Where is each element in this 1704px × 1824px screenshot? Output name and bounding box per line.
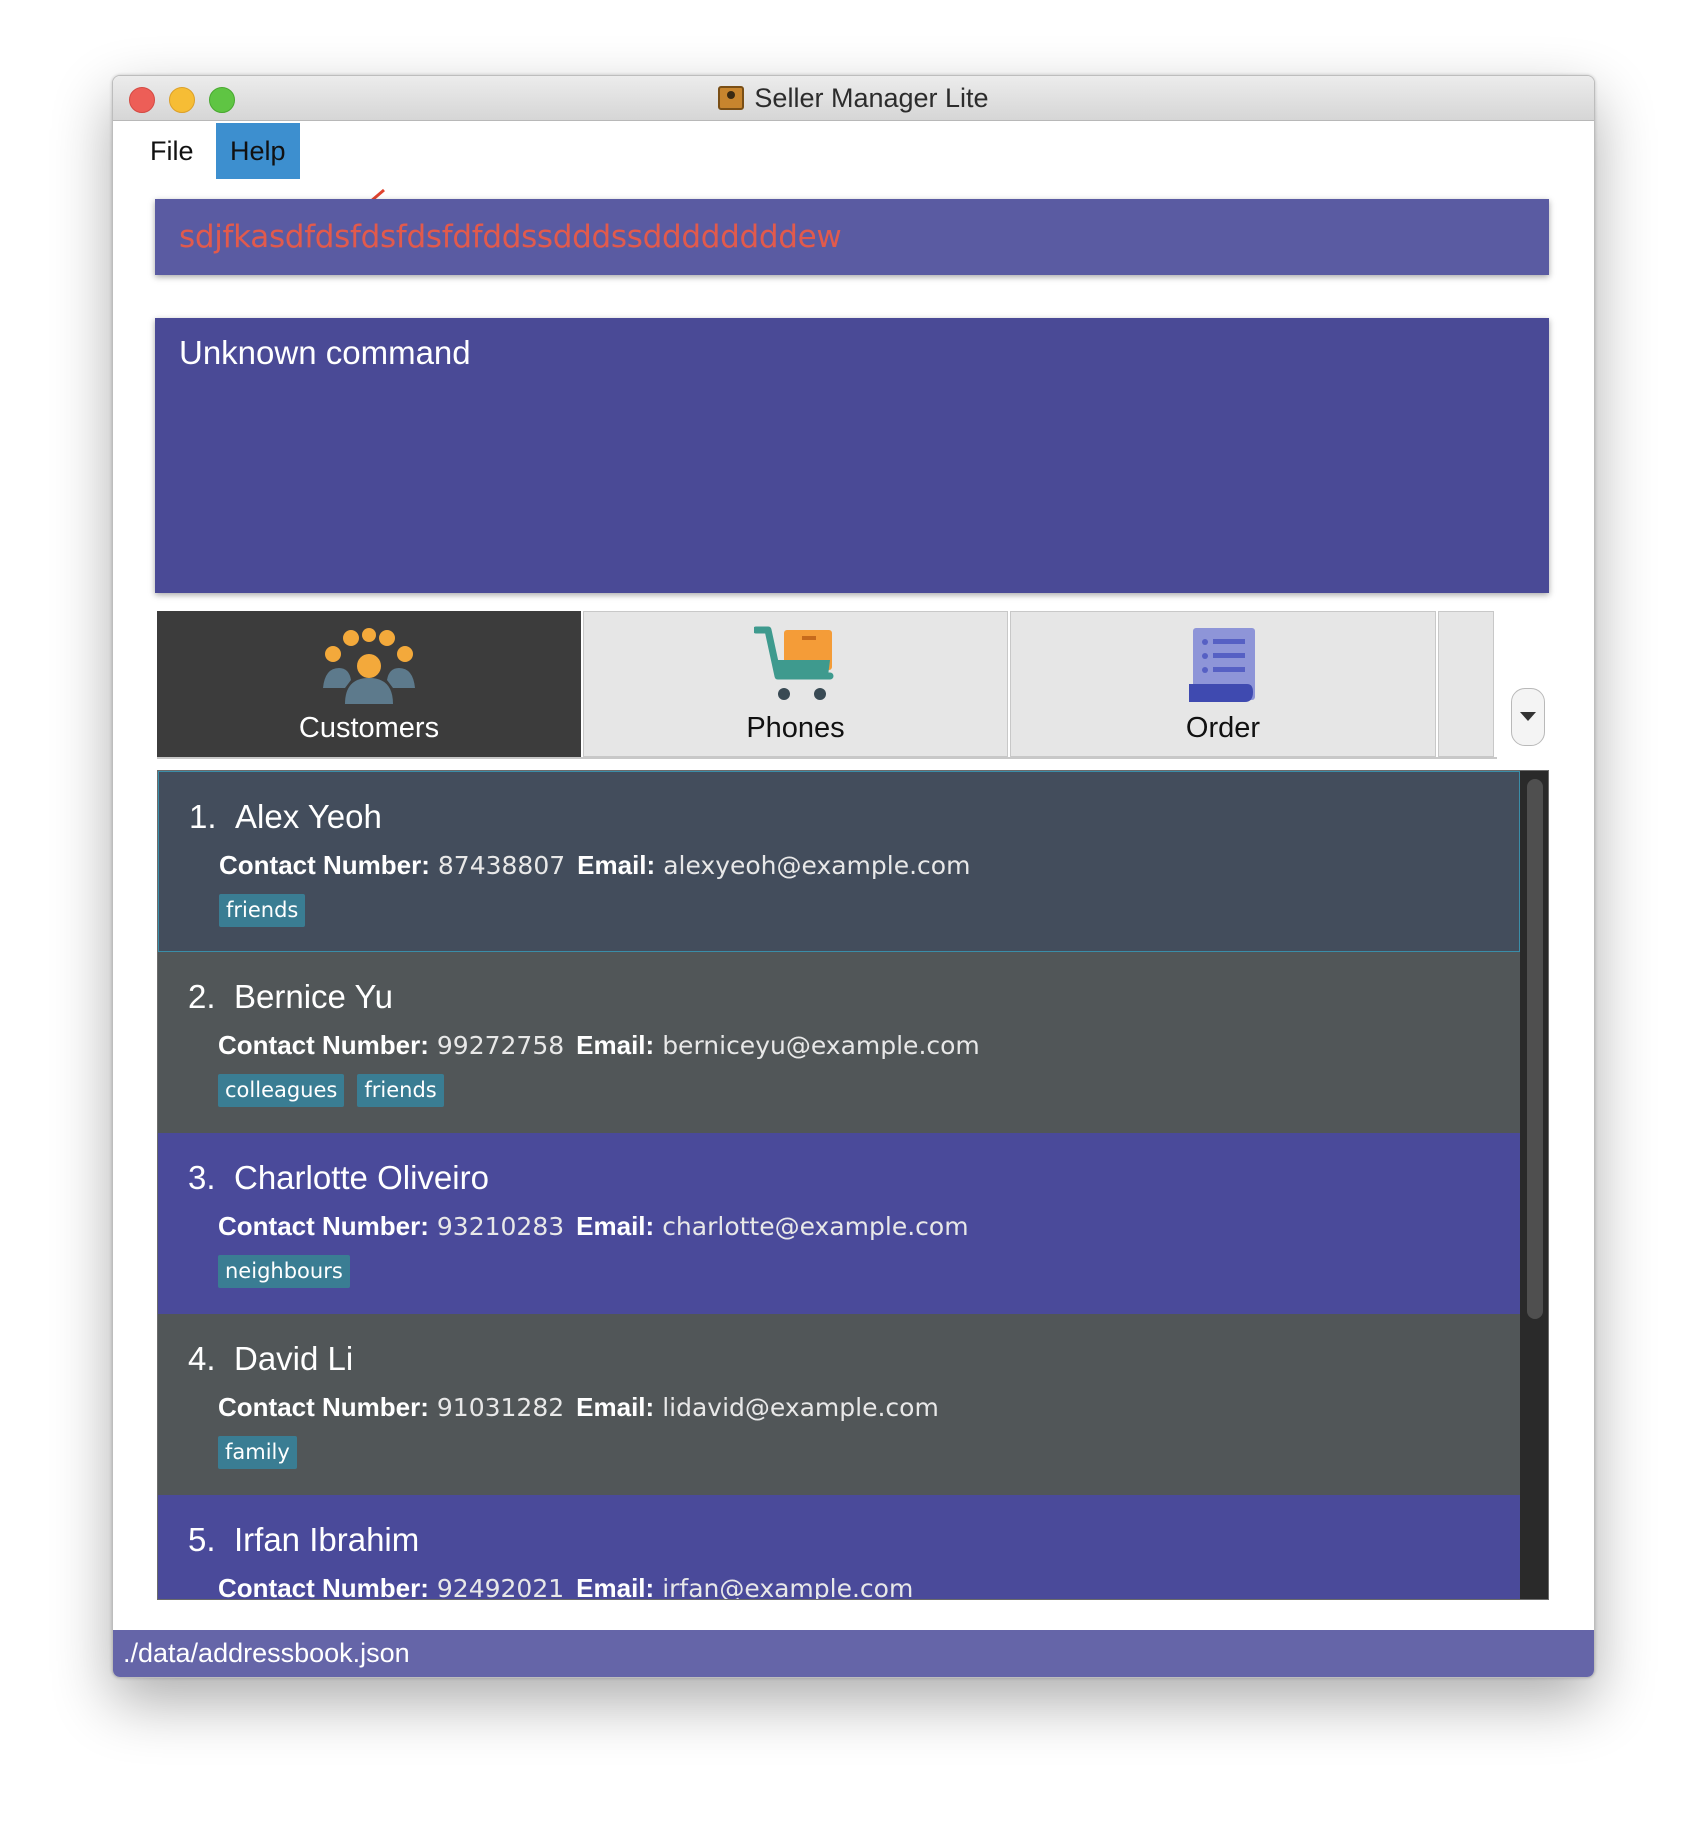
customer-index: 1. bbox=[189, 798, 217, 835]
customer-contact-row: Contact Number: 93210283 Email: charlotte@e… bbox=[218, 1211, 981, 1242]
tag-list: friends bbox=[219, 894, 306, 927]
tag-badge: family bbox=[218, 1436, 297, 1469]
customer-list[interactable]: 1. Alex Yeoh Contact Number: 87438807 Email… bbox=[157, 770, 1549, 1600]
tab-order-label: Order bbox=[1185, 712, 1261, 744]
customer-index: 2. bbox=[188, 978, 216, 1015]
tab-bar: Customers Phones Order bbox=[157, 611, 1497, 759]
contact-number: 87438807 bbox=[437, 851, 566, 880]
email-label: Email: bbox=[576, 1030, 655, 1060]
contact-number: 91031282 bbox=[436, 1393, 565, 1422]
menu-help[interactable]: Help bbox=[216, 123, 300, 179]
customer-contact-row: Contact Number: 87438807 Email: alexyeoh@ex… bbox=[219, 850, 982, 881]
email-label: Email: bbox=[576, 1392, 655, 1422]
command-input-text: sdjfkasdfdsfdsfdsfdfddssdddssddddddddew bbox=[179, 219, 842, 255]
customers-icon bbox=[321, 626, 417, 706]
shopping-cart-icon bbox=[753, 626, 838, 706]
contact-number: 92492021 bbox=[436, 1574, 565, 1600]
status-bar: ./data/addressbook.json bbox=[113, 1630, 1594, 1677]
menu-bar: File Help bbox=[113, 121, 1594, 181]
customer-card[interactable]: 5. Irfan Ibrahim Contact Number: 92492021 E… bbox=[158, 1495, 1520, 1600]
contact-number-label: Contact Number: bbox=[219, 850, 430, 880]
customer-card[interactable]: 3. Charlotte Oliveiro Contact Number: 9321… bbox=[158, 1133, 1520, 1314]
contact-number-label: Contact Number: bbox=[218, 1030, 429, 1060]
title-bar[interactable]: Seller Manager Lite bbox=[113, 76, 1594, 121]
customer-name: Irfan Ibrahim bbox=[234, 1521, 420, 1558]
order-list-icon bbox=[1187, 626, 1259, 706]
contact-number-label: Contact Number: bbox=[218, 1211, 429, 1241]
customer-name: Bernice Yu bbox=[234, 978, 394, 1015]
customer-contact-row: Contact Number: 99272758 Email: berniceyu@e… bbox=[218, 1030, 992, 1061]
command-input[interactable]: sdjfkasdfdsfdsfdsfdfddssdddssddddddddew bbox=[155, 199, 1549, 275]
customer-contact-row: Contact Number: 92492021 Email: irfan@examp… bbox=[218, 1573, 925, 1600]
tag-list: neighbours bbox=[218, 1255, 350, 1288]
email-value: lidavid@example.com bbox=[662, 1393, 939, 1422]
customer-card[interactable]: 4. David Li Contact Number: 91031282 Email:… bbox=[158, 1314, 1520, 1495]
tab-customers-label: Customers bbox=[298, 712, 440, 744]
customer-name-row: 5. Irfan Ibrahim bbox=[188, 1521, 419, 1559]
contact-number: 99272758 bbox=[436, 1031, 565, 1060]
email-value: charlotte@example.com bbox=[662, 1212, 969, 1241]
save-file-path: ./data/addressbook.json bbox=[123, 1638, 410, 1668]
result-display: Unknown command bbox=[155, 318, 1549, 593]
tag-badge: colleagues bbox=[218, 1074, 345, 1107]
customer-index: 4. bbox=[188, 1340, 216, 1377]
email-value: alexyeoh@example.com bbox=[663, 851, 971, 880]
email-label: Email: bbox=[576, 1211, 655, 1241]
contact-number: 93210283 bbox=[436, 1212, 565, 1241]
chevron-down-icon bbox=[1520, 712, 1536, 721]
customer-name: Charlotte Oliveiro bbox=[234, 1159, 489, 1196]
tag-badge: neighbours bbox=[218, 1255, 350, 1288]
tab-phones-label: Phones bbox=[746, 712, 845, 744]
email-value: irfan@example.com bbox=[662, 1574, 914, 1600]
list-scrollbar-thumb[interactable] bbox=[1527, 779, 1543, 1319]
email-label: Email: bbox=[577, 850, 656, 880]
customer-name: David Li bbox=[234, 1340, 354, 1377]
window-title: Seller Manager Lite bbox=[754, 82, 989, 113]
menu-file[interactable]: File bbox=[136, 123, 208, 179]
tab-phones[interactable]: Phones bbox=[583, 611, 1008, 757]
tag-list: colleagues friends bbox=[218, 1074, 444, 1107]
tab-overflow[interactable] bbox=[1438, 611, 1494, 757]
customer-card[interactable]: 1. Alex Yeoh Contact Number: 87438807 Email… bbox=[158, 771, 1520, 952]
contact-number-label: Contact Number: bbox=[218, 1392, 429, 1422]
customer-name-row: 1. Alex Yeoh bbox=[189, 798, 382, 836]
tag-list: family bbox=[218, 1436, 297, 1469]
customer-name-row: 3. Charlotte Oliveiro bbox=[188, 1159, 489, 1197]
email-label: Email: bbox=[576, 1573, 655, 1600]
customer-contact-row: Contact Number: 91031282 Email: lidavid@exa… bbox=[218, 1392, 951, 1423]
tag-badge: friends bbox=[219, 894, 306, 927]
tab-dropdown-button[interactable] bbox=[1511, 688, 1545, 746]
window-title-wrap: Seller Manager Lite bbox=[113, 76, 1594, 120]
screenshot-canvas: Seller Manager Lite File Help sdjfkasdfd… bbox=[0, 0, 1704, 1824]
result-message: Unknown command bbox=[179, 334, 471, 371]
customer-name: Alex Yeoh bbox=[235, 798, 382, 835]
customer-name-row: 2. Bernice Yu bbox=[188, 978, 393, 1016]
customer-index: 5. bbox=[188, 1521, 216, 1558]
tag-badge: friends bbox=[357, 1074, 444, 1107]
tab-order[interactable]: Order bbox=[1010, 611, 1436, 757]
tabs-divider bbox=[157, 757, 1497, 759]
tab-customers[interactable]: Customers bbox=[157, 611, 581, 757]
address-book-icon bbox=[718, 86, 745, 110]
email-value: berniceyu@example.com bbox=[662, 1031, 980, 1060]
contact-number-label: Contact Number: bbox=[218, 1573, 429, 1600]
customer-name-row: 4. David Li bbox=[188, 1340, 353, 1378]
customer-index: 3. bbox=[188, 1159, 216, 1196]
app-window: Seller Manager Lite File Help sdjfkasdfd… bbox=[112, 75, 1595, 1678]
customer-card[interactable]: 2. Bernice Yu Contact Number: 99272758 Emai… bbox=[158, 952, 1520, 1133]
